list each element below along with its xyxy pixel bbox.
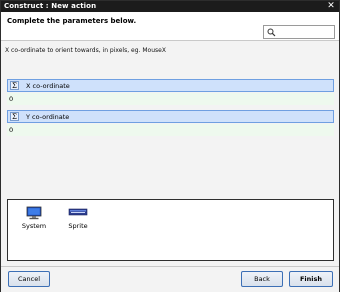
sigma-icon[interactable]: Σ (10, 112, 19, 121)
param-header-x: Σ X co-ordinate (7, 79, 334, 92)
cancel-button[interactable]: Cancel (8, 271, 50, 287)
search-icon (267, 28, 276, 37)
dialog-header: Complete the parameters below. (1, 12, 339, 41)
param-field-y[interactable]: 0 (7, 124, 334, 136)
back-button[interactable]: Back (241, 271, 283, 287)
param-header-y: Σ Y co-ordinate (7, 110, 334, 123)
title-bar[interactable]: Construct : New action ✕ (1, 1, 339, 12)
finish-button[interactable]: Finish (289, 271, 333, 287)
new-action-dialog: Construct : New action ✕ Complete the pa… (0, 0, 340, 292)
search-input[interactable] (278, 27, 333, 37)
monitor-icon (26, 206, 42, 220)
param-label-y: Y co-ordinate (26, 113, 70, 121)
object-label-sprite: Sprite (68, 222, 88, 230)
object-system[interactable]: System (14, 206, 54, 230)
param-label-x: X co-ordinate (26, 82, 70, 90)
instructions-heading: Complete the parameters below. (7, 17, 137, 25)
param-field-x[interactable]: 0 (7, 93, 334, 105)
search-box[interactable] (263, 25, 335, 39)
object-label-system: System (21, 222, 47, 230)
sprite-icon (68, 208, 88, 216)
parameter-description: X co-ordinate to orient towards, in pixe… (5, 47, 166, 54)
window-title: Construct : New action (4, 2, 97, 10)
dialog-footer: Cancel Back Finish (1, 266, 339, 292)
close-icon[interactable]: ✕ (326, 1, 336, 11)
sigma-icon[interactable]: Σ (10, 81, 19, 90)
object-sprite[interactable]: Sprite (58, 206, 98, 230)
object-list-panel: System Sprite (7, 199, 334, 261)
